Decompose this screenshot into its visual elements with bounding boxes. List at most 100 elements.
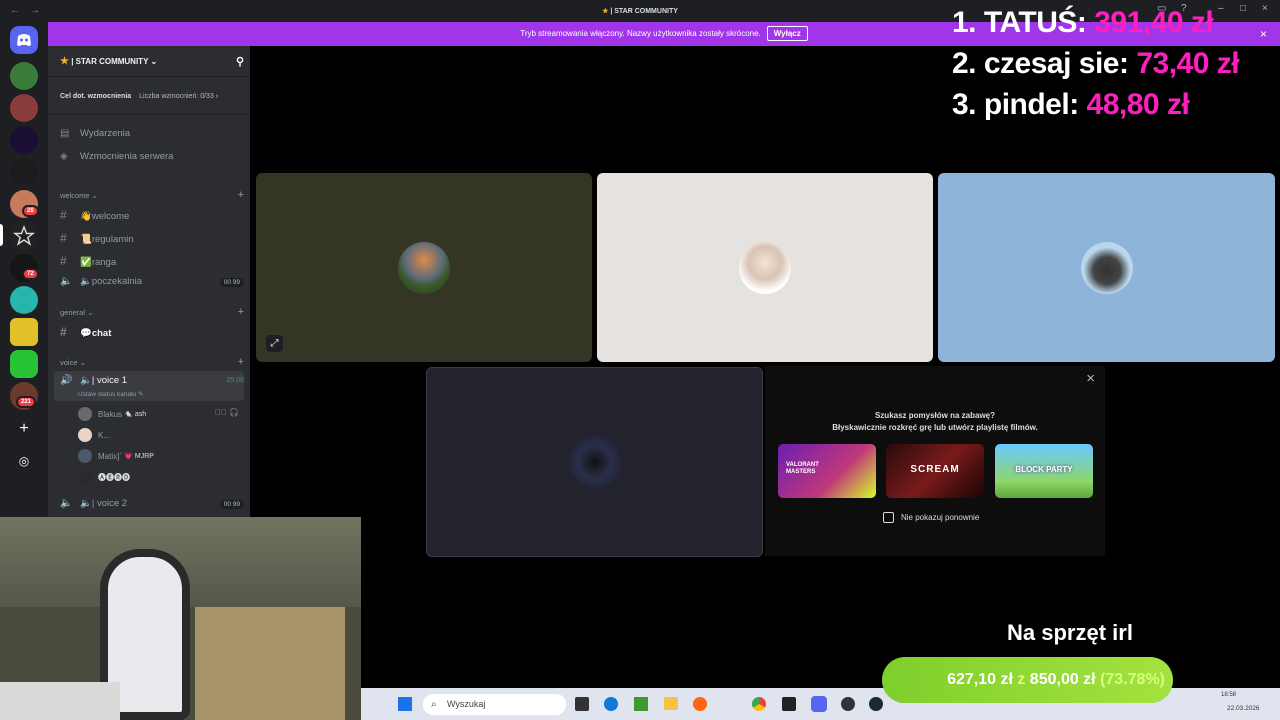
taskbar-search[interactable]: ⌕ Wyszukaj	[423, 694, 566, 715]
donation-goal-bar: 627,10 zł z 850,00 zł (73.78%)	[882, 657, 1173, 703]
cardboard-box	[195, 607, 345, 720]
star-community-server-icon[interactable]	[10, 222, 38, 250]
minimize-icon[interactable]: –	[1218, 3, 1224, 14]
voice-participant-tile[interactable]: ⤢	[256, 173, 592, 362]
channel-label: 👋welcome	[80, 211, 130, 222]
add-channel-icon[interactable]: +	[238, 306, 244, 318]
channel-voice-1[interactable]: 🔊 🔈| voice 1 25:08	[60, 375, 244, 386]
channel-label: ✅ranga	[80, 257, 117, 268]
voice-user[interactable]: Matix]` 💗 MJRP	[78, 449, 154, 463]
channel-voice-2[interactable]: 🔈 🔈| voice 2 00 99	[60, 498, 244, 509]
server-icon[interactable]	[10, 286, 38, 314]
streamer-mode-message: Tryb streamowania włączony. Nazwy użytko…	[520, 29, 761, 38]
server-icon[interactable]	[10, 318, 38, 346]
category-label: general	[60, 308, 86, 317]
avatar	[568, 436, 621, 488]
add-channel-icon[interactable]: +	[238, 189, 244, 201]
close-banner-icon[interactable]: ×	[1260, 22, 1267, 46]
discover-icon[interactable]: ◎	[10, 447, 38, 475]
avatar	[398, 241, 450, 294]
channel-welcome[interactable]: # 👋welcome	[60, 208, 244, 222]
status-label: Ustaw status kanału	[78, 391, 137, 398]
goal-percent: (73.78%)	[1100, 671, 1165, 688]
discord-taskbar-icon[interactable]	[811, 696, 827, 712]
server-icon[interactable]	[10, 126, 38, 154]
file-explorer-icon[interactable]	[664, 697, 678, 710]
add-server-icon[interactable]: +	[10, 415, 38, 443]
invite-icon[interactable]: ⚲	[236, 55, 244, 68]
edge-icon[interactable]	[604, 697, 618, 711]
server-boosts-item[interactable]: ◈ Wzmocnienia serwera	[60, 151, 244, 162]
activity-label: SCREAM	[910, 464, 960, 475]
search-placeholder: Wyszukaj	[447, 699, 486, 709]
server-header[interactable]: ★ | STAR COMMUNITY ⌄ ⚲	[60, 55, 244, 68]
user-limit-badge: 00 99	[219, 500, 244, 509]
server-icon[interactable]	[10, 62, 38, 90]
checkbox[interactable]	[883, 512, 894, 523]
donation-amount: 48,80 zł	[1086, 88, 1190, 121]
avatar	[739, 241, 791, 294]
start-icon[interactable]	[397, 696, 413, 712]
app-icon[interactable]	[782, 697, 796, 711]
category-label: welcome	[60, 191, 90, 200]
steam-icon[interactable]	[869, 697, 883, 711]
voice-participant-tile[interactable]	[426, 367, 763, 557]
maximize-icon[interactable]: □	[1240, 3, 1246, 14]
channel-poczekalnia[interactable]: 🔈 🔈poczekalnia 00 99	[60, 276, 244, 287]
category-voice[interactable]: voice ⌄ +	[60, 356, 244, 368]
dont-show-again[interactable]: Nie pokazuj ponownie	[883, 512, 979, 523]
activity-block-party[interactable]: BLOCK PARTY	[995, 444, 1093, 498]
minecraft-icon[interactable]	[634, 697, 648, 711]
category-general[interactable]: general ⌄ +	[60, 306, 244, 318]
add-channel-icon[interactable]: +	[238, 356, 244, 368]
rank: 2.	[952, 47, 977, 80]
boost-goal[interactable]: Cel dot. wzmocnienia Liczba wzmocnień: 0…	[60, 93, 244, 100]
server-icon[interactable]	[10, 94, 38, 122]
voice-timer: 25:08	[226, 377, 244, 384]
channel-label: | voice 2	[91, 498, 128, 509]
close-window-icon[interactable]: ×	[1262, 3, 1268, 14]
user-tag: 💗 MJRP	[124, 453, 154, 460]
goal-current: 627,10 zł	[947, 671, 1013, 688]
channel-ranga[interactable]: # ✅ranga	[60, 254, 244, 268]
mention-badge: 72	[22, 268, 39, 280]
search-icon: ⌕	[431, 699, 437, 710]
leaderboard-row: 2. czesaj sie: 73,40 zł	[952, 47, 1240, 81]
channel-regulamin[interactable]: # 📜regulamin	[60, 231, 244, 245]
channel-chat[interactable]: # 💬chat	[60, 325, 244, 339]
donor-name: czesaj sie:	[983, 47, 1129, 80]
checkbox-label: Nie pokazuj ponownie	[901, 513, 980, 522]
voice-participant-tile[interactable]	[938, 173, 1275, 362]
voice-participant-tile[interactable]	[597, 173, 933, 362]
username: K...	[98, 430, 111, 440]
server-icon[interactable]	[10, 158, 38, 186]
donation-amount: 391,40 zł	[1094, 6, 1214, 39]
speaker-icon: 🔈	[60, 498, 73, 509]
chrome-icon[interactable]	[752, 697, 766, 711]
popout-icon[interactable]: ⤢	[266, 335, 283, 352]
server-name: | STAR COMMUNITY	[71, 57, 149, 66]
mention-badge: 221	[16, 396, 37, 408]
server-icon[interactable]	[10, 350, 38, 378]
speaker-icon: 🔊	[60, 375, 73, 386]
bed	[0, 682, 120, 720]
activity-valorant[interactable]: VALORANT MASTERS	[778, 444, 876, 498]
disable-streamer-button[interactable]: Wyłącz	[766, 26, 808, 41]
set-channel-status[interactable]: Ustaw status kanału ✎	[78, 390, 262, 398]
voice-user[interactable]: Blakus 🐁 ash	[78, 407, 146, 421]
voice-user[interactable]: K...	[78, 428, 110, 442]
task-view-icon[interactable]	[575, 697, 589, 711]
rank: 1.	[952, 6, 977, 39]
category-welcome[interactable]: welcome ⌄ +	[60, 189, 244, 201]
firefox-icon[interactable]	[693, 697, 707, 711]
username: Matix]`	[98, 451, 122, 461]
events-item[interactable]: ▤ Wydarzenia	[60, 128, 244, 139]
obs-icon[interactable]	[841, 697, 855, 711]
discord-home-icon[interactable]	[10, 26, 38, 54]
activity-scream[interactable]: SCREAM	[886, 444, 984, 498]
boost-goal-label: Cel dot. wzmocnienia	[60, 93, 132, 100]
donation-goal-title: Na sprzęt irl	[1007, 620, 1133, 645]
goal-target: 850,00 zł	[1029, 671, 1096, 688]
voice-user[interactable]: 🅐🅔🅡🅓	[78, 470, 130, 484]
close-suggestion-icon[interactable]: ×	[1086, 370, 1095, 387]
